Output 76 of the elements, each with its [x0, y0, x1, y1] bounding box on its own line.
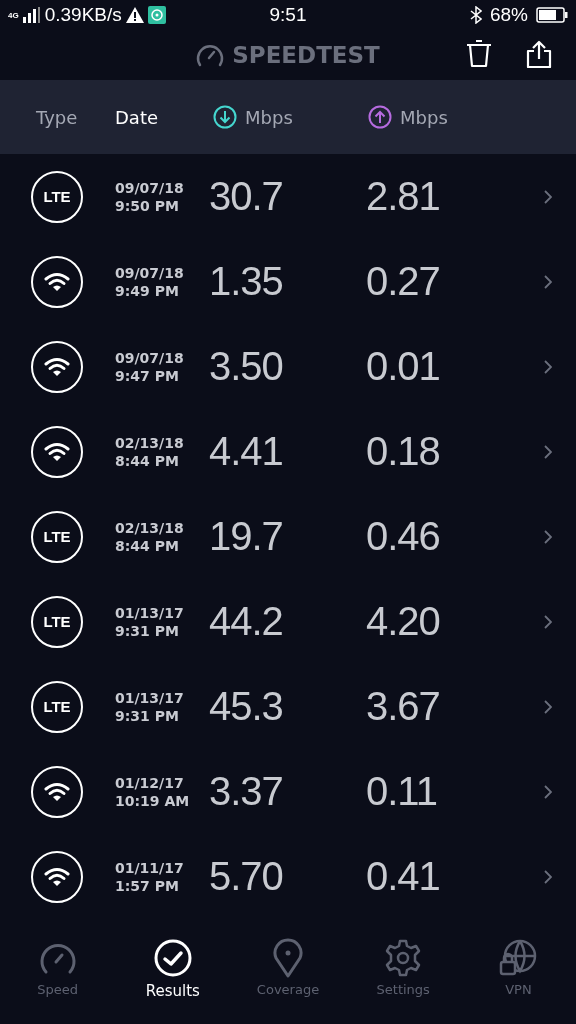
upload-speed: 3.67	[366, 684, 440, 728]
chevron-icon[interactable]	[544, 614, 552, 629]
upload-speed: 0.46	[366, 514, 440, 558]
download-speed: 3.37	[209, 769, 283, 813]
results-icon	[152, 938, 193, 978]
date-column-header[interactable]: Date	[115, 106, 159, 128]
chevron-icon[interactable]	[544, 189, 552, 204]
bluetooth-icon	[469, 6, 482, 24]
download-icon	[213, 105, 237, 129]
battery-percentage: 68%	[489, 4, 528, 26]
network-type-badge: LTE	[31, 170, 83, 223]
result-date: 09/07/18	[115, 263, 185, 282]
chevron-icon[interactable]	[544, 869, 552, 884]
battery-icon	[536, 7, 568, 23]
wifi-icon	[31, 850, 83, 903]
type-column-header[interactable]: Type	[36, 106, 78, 128]
download-speed: 4.41	[209, 429, 283, 473]
network-type-badge: LTE	[31, 510, 83, 563]
result-date: 09/07/18	[115, 348, 185, 367]
chevron-icon[interactable]	[544, 784, 552, 799]
result-time: 9:50 PM	[115, 196, 180, 215]
chevron-icon[interactable]	[544, 529, 552, 544]
download-speed: 3.50	[209, 344, 283, 388]
result-date: 01/13/17	[115, 688, 185, 707]
wifi-icon	[31, 425, 83, 478]
nav-tab[interactable]: Results	[115, 930, 231, 1008]
app-notification-icon	[147, 6, 166, 24]
chevron-icon[interactable]	[544, 444, 552, 459]
upload-speed: 0.18	[366, 429, 440, 473]
result-time: 9:31 PM	[115, 706, 180, 725]
network-label: 4G	[8, 10, 19, 20]
download-speed: 44.2	[209, 599, 283, 643]
result-date: 02/13/18	[115, 518, 185, 537]
download-speed: 45.3	[209, 684, 283, 728]
download-speed: 5.70	[209, 854, 283, 898]
share-icon[interactable]	[526, 40, 552, 68]
trash-icon[interactable]	[466, 40, 492, 68]
signal-icon	[22, 7, 41, 23]
result-date: 01/13/17	[115, 603, 185, 622]
chevron-icon[interactable]	[544, 274, 552, 289]
wifi-icon	[31, 765, 83, 818]
result-time: 9:49 PM	[115, 281, 180, 300]
wifi-icon	[31, 340, 83, 393]
download-column-header[interactable]: Mbps	[245, 106, 293, 128]
download-speed: 19.7	[209, 514, 283, 558]
result-time: 9:47 PM	[115, 366, 180, 385]
upload-speed: 0.27	[366, 259, 440, 303]
upload-icon	[368, 105, 392, 129]
result-date: 02/13/18	[115, 433, 185, 452]
result-time: 8:44 PM	[115, 536, 180, 555]
app-title: SPEEDTEST	[232, 42, 380, 68]
upload-column-header[interactable]: Mbps	[400, 106, 448, 128]
data-speed: 0.39KB/s	[44, 4, 122, 26]
upload-speed: 0.11	[366, 769, 437, 813]
download-speed: 30.7	[209, 174, 283, 218]
network-type-badge: LTE	[31, 595, 83, 648]
chevron-icon[interactable]	[544, 699, 552, 714]
result-date: 09/07/18	[115, 178, 185, 197]
result-date: 01/12/17	[115, 773, 185, 792]
upload-speed: 2.81	[366, 174, 440, 218]
download-speed: 1.35	[209, 259, 283, 303]
chevron-icon[interactable]	[544, 359, 552, 374]
clock: 9:51	[269, 4, 307, 25]
upload-speed: 0.41	[366, 854, 440, 898]
result-time: 1:57 PM	[115, 876, 180, 895]
result-time: 8:44 PM	[115, 451, 180, 470]
wifi-icon	[31, 255, 83, 308]
gauge-icon	[196, 43, 225, 67]
vpn-icon	[498, 938, 539, 978]
result-date: 01/11/17	[115, 858, 185, 877]
result-time: 9:31 PM	[115, 621, 180, 640]
upload-speed: 4.20	[366, 599, 440, 643]
warning-icon	[125, 7, 144, 23]
result-time: 10:19 AM	[115, 791, 191, 810]
upload-speed: 0.01	[366, 344, 440, 388]
network-type-badge: LTE	[31, 680, 83, 733]
